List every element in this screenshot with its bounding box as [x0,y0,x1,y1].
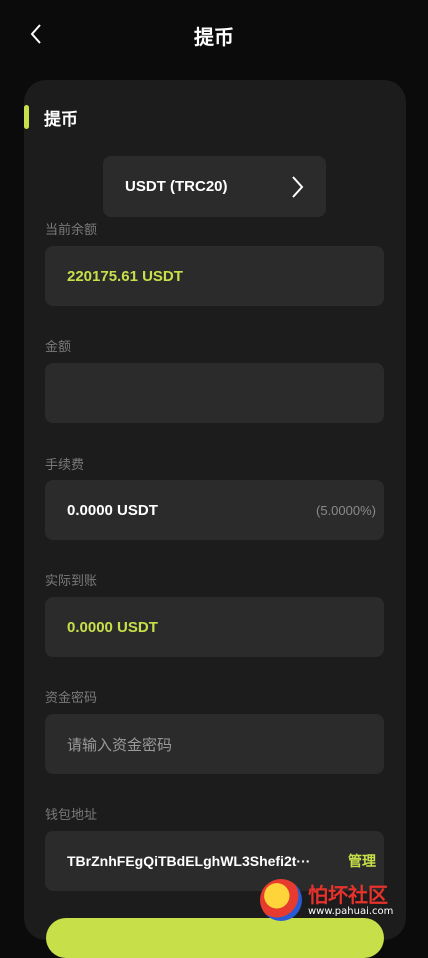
watermark-text: 怕坏社区 www.pahuai.com [308,884,393,917]
watermark-url: www.pahuai.com [308,905,394,917]
amount-field[interactable] [45,363,384,423]
coin-selector-label: USDT (TRC20) [125,178,228,195]
amount-label: 金额 [45,340,72,355]
fee-value: 0.0000 USDT [67,501,158,519]
page-title: 提币 [194,24,234,49]
section-accent-bar [24,105,29,129]
watermark-name: 怕坏社区 [308,882,388,907]
amount-input[interactable] [67,383,376,403]
withdraw-card: 提币 USDT (TRC20) 当前余额 220175.61 USDT 金额 手… [24,80,406,958]
watermark: 怕坏社区 www.pahuai.com [260,876,428,924]
balance-field: 220175.61 USDT [45,246,384,306]
back-button[interactable] [22,20,50,48]
balance-value: 220175.61 USDT [67,267,183,285]
fund-password-field[interactable]: 请输入资金密码 [45,714,384,774]
chevron-left-icon [30,24,41,44]
actual-value: 0.0000 USDT [67,618,158,636]
section-header: 提币 [24,104,78,130]
fund-password-label: 资金密码 [45,691,98,706]
wallet-label: 钱包地址 [45,808,98,823]
watermark-logo-icon [260,879,302,921]
fee-rate: (5.0000%) [316,502,376,518]
submit-button[interactable] [46,918,384,958]
fee-label: 手续费 [45,458,85,473]
actual-field: 0.0000 USDT [45,597,384,657]
chevron-right-icon [292,175,304,198]
fund-password-placeholder: 请输入资金密码 [67,735,173,754]
section-title: 提币 [44,109,78,130]
balance-label: 当前余额 [45,223,98,238]
wallet-address: TBrZnhFEgQiTBdELghWL3Shefi2t··· [67,853,311,869]
fee-field: 0.0000 USDT (5.0000%) [45,480,384,540]
coin-selector[interactable]: USDT (TRC20) [103,156,326,217]
top-bar: 提币 [0,0,428,70]
actual-label: 实际到账 [45,574,98,589]
manage-wallet-link[interactable]: 管理 [348,851,376,871]
